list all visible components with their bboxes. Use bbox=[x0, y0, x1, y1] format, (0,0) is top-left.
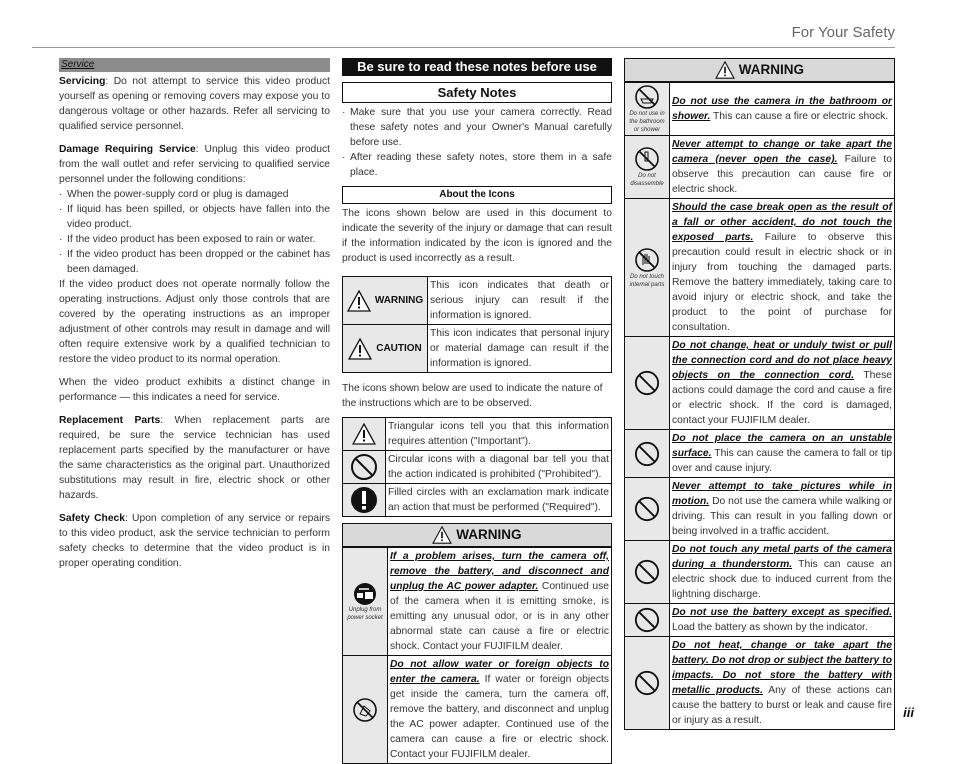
no-water-icon bbox=[352, 697, 378, 722]
prohibited-icon bbox=[634, 670, 660, 696]
warning-title: WARNING bbox=[456, 527, 522, 542]
list-item: Make sure that you use your camera corre… bbox=[342, 105, 612, 150]
important-description: Triangular icons tell you that this info… bbox=[385, 417, 612, 451]
table-row: CAUTION This icon indicates that persona… bbox=[342, 324, 612, 373]
prohibited-icon bbox=[634, 559, 660, 585]
warning-description: This icon indicates that death or seriou… bbox=[427, 276, 612, 325]
prohibited-icon bbox=[634, 496, 660, 522]
no-touch-icon bbox=[634, 247, 660, 272]
prohibited-icon bbox=[634, 607, 660, 633]
table-row: Do not touch any metal parts of the came… bbox=[624, 540, 895, 604]
severity-table: WARNING This icon indicates that death o… bbox=[342, 276, 612, 373]
section-label: Service bbox=[59, 58, 330, 72]
required-description: Filled circles with an exclamation mark … bbox=[385, 483, 612, 517]
operate-paragraph: If the video product does not operate no… bbox=[59, 279, 330, 365]
damage-list: When the power-supply cord or plug is da… bbox=[59, 187, 330, 277]
check-paragraph: Safety Check: Upon completion of any ser… bbox=[59, 511, 330, 571]
warning-label: WARNING bbox=[374, 295, 424, 307]
table-row: WARNING This icon indicates that death o… bbox=[342, 276, 612, 325]
check-lead: Safety Check bbox=[59, 513, 125, 524]
list-item: When the power-supply cord or plug is da… bbox=[59, 187, 330, 202]
table-row: Do not place the camera on an unstable s… bbox=[624, 429, 895, 478]
table-row: Unplug from power socket If a problem ar… bbox=[342, 547, 612, 656]
list-item: If the video product has been exposed to… bbox=[59, 232, 330, 247]
warning-text: Load the battery as shown by the indicat… bbox=[672, 622, 868, 633]
table-row: Triangular icons tell you that this info… bbox=[342, 417, 612, 451]
list-item: If the video product has been dropped or… bbox=[59, 247, 330, 277]
warning-triangle-icon bbox=[346, 289, 371, 312]
header-rule bbox=[32, 47, 895, 48]
servicing-paragraph: Servicing: Do not attempt to service thi… bbox=[59, 74, 330, 134]
unplug-icon bbox=[353, 582, 377, 605]
about-icons-title: About the Icons bbox=[342, 186, 612, 204]
prohibited-icon bbox=[634, 441, 660, 466]
replacement-text: : When replacement parts are required, b… bbox=[59, 415, 331, 501]
page-number: iii bbox=[903, 705, 914, 720]
list-item: If liquid has been spilled, or objects h… bbox=[59, 202, 330, 232]
safety-notes-list: Make sure that you use your camera corre… bbox=[342, 105, 612, 180]
caution-label: CAUTION bbox=[376, 343, 422, 355]
page-header-title: For Your Safety bbox=[791, 24, 895, 41]
servicing-lead: Servicing bbox=[59, 76, 106, 87]
about-icons-text: The icons shown below are used in this d… bbox=[342, 208, 612, 264]
table-row: Do not change, heat or unduly twist or p… bbox=[624, 336, 895, 430]
table-row: Never attempt to take pictures while in … bbox=[624, 477, 895, 541]
read-notes-banner: Be sure to read these notes before use bbox=[342, 58, 612, 76]
replacement-lead: Replacement Parts bbox=[59, 415, 161, 426]
table-row: Do not disassemble Never attempt to chan… bbox=[624, 135, 895, 199]
safety-notes-column: Be sure to read these notes before use S… bbox=[342, 58, 612, 764]
caution-description: This icon indicates that personal injury… bbox=[427, 324, 612, 373]
warning-triangle-icon bbox=[432, 526, 453, 545]
nature-table: Triangular icons tell you that this info… bbox=[342, 417, 612, 517]
table-row: Do not touch internal parts Should the c… bbox=[624, 198, 895, 337]
no-bathroom-icon bbox=[634, 85, 660, 109]
replacement-paragraph: Replacement Parts: When replacement part… bbox=[59, 413, 330, 503]
table-row: Do not heat, change or take apart the ba… bbox=[624, 636, 895, 730]
table-row: Do not use the battery except as specifi… bbox=[624, 603, 895, 637]
icon-caption: Do not use in the bathroom or shower bbox=[629, 111, 665, 133]
warning-lead: Do not use the battery except as specifi… bbox=[672, 607, 892, 618]
performance-paragraph: When the video product exhibits a distin… bbox=[59, 377, 330, 403]
damage-paragraph: Damage Requiring Service: Unplug this vi… bbox=[59, 142, 330, 187]
list-item: After reading these safety notes, store … bbox=[342, 150, 612, 180]
required-icon bbox=[350, 487, 378, 513]
table-row: Do not use in the bathroom or shower Do … bbox=[624, 82, 895, 136]
warning-text: Failure to observe this precaution could… bbox=[672, 232, 892, 333]
table-row: Filled circles with an exclamation mark … bbox=[342, 483, 612, 517]
triangle-icon bbox=[352, 423, 376, 445]
safety-notes-title: Safety Notes bbox=[342, 82, 612, 103]
warning-title: WARNING bbox=[738, 62, 804, 77]
warning-text: This can cause a fire or electric shock. bbox=[710, 111, 889, 122]
caution-triangle-icon bbox=[348, 337, 373, 360]
icon-caption: Unplug from power socket bbox=[347, 606, 383, 621]
warning-header: WARNING bbox=[624, 58, 895, 82]
warning-table: Unplug from power socket If a problem ar… bbox=[342, 547, 612, 764]
warning-triangle-icon bbox=[715, 61, 735, 80]
prohibited-description: Circular icons with a diagonal bar tell … bbox=[385, 450, 612, 484]
warning-column: WARNING Do not use in the bathroom or sh… bbox=[624, 58, 895, 730]
prohibited-icon bbox=[350, 454, 378, 480]
warning-header: WARNING bbox=[342, 523, 612, 547]
table-row: Circular icons with a diagonal bar tell … bbox=[342, 450, 612, 484]
nature-text: The icons shown below are used to indica… bbox=[342, 383, 603, 409]
no-disassemble-icon bbox=[634, 147, 660, 171]
service-column: Service Servicing: Do not attempt to ser… bbox=[59, 58, 330, 579]
warning-text: If water or foreign objects get inside t… bbox=[390, 674, 609, 760]
icon-caption: Do not disassemble bbox=[630, 173, 664, 187]
prohibited-icon bbox=[634, 370, 660, 396]
damage-lead: Damage Requiring Service bbox=[59, 144, 196, 155]
warning-table: Do not use in the bathroom or shower Do … bbox=[624, 82, 895, 730]
icon-caption: Do not touch internal parts bbox=[629, 273, 665, 288]
table-row: Do not allow water or foreign objects to… bbox=[342, 655, 612, 764]
